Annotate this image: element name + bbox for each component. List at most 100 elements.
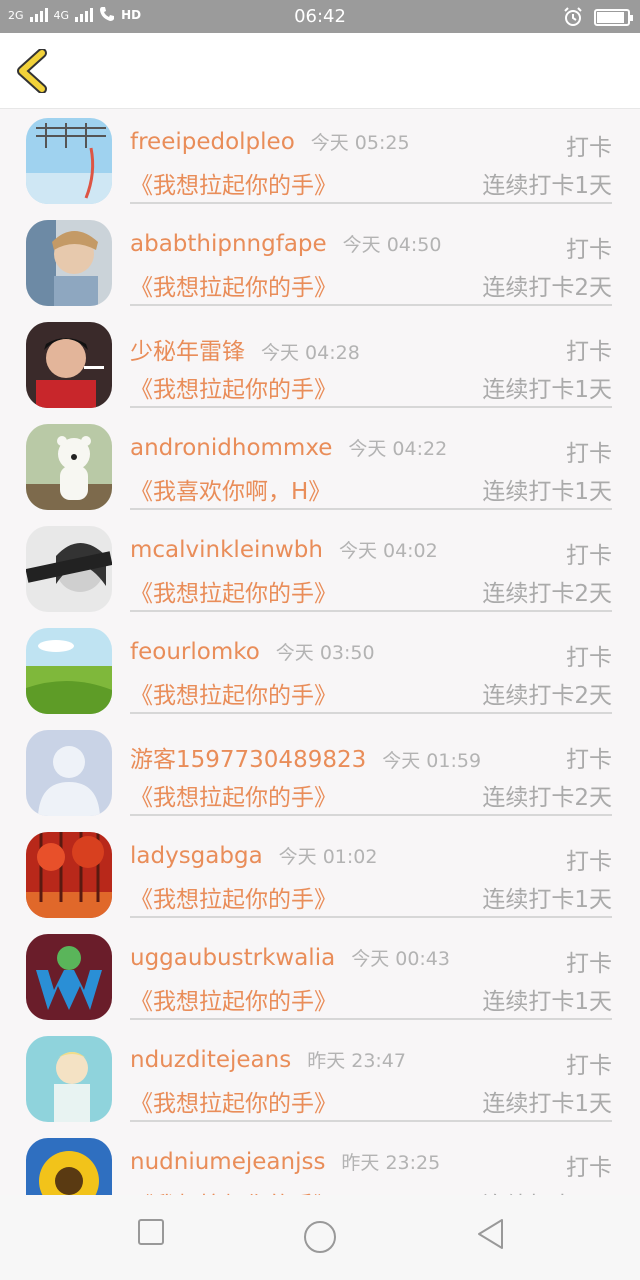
song-title: 《我想拉起你的手》 xyxy=(130,887,337,913)
checkin-label: 打卡 xyxy=(566,135,612,161)
checkin-label: 打卡 xyxy=(566,849,612,875)
streak-count: 连续打卡1天 xyxy=(482,377,612,403)
avatar[interactable] xyxy=(26,1138,112,1195)
system-navigation-bar xyxy=(0,1195,640,1280)
streak-count: 连续打卡1天 xyxy=(482,1091,612,1117)
checkin-time: 今天 03:50 xyxy=(275,642,375,664)
divider xyxy=(130,202,612,204)
list-item[interactable]: nduzditejeans 昨天 23:47 打卡 《我想拉起你的手》 连续打卡1… xyxy=(0,1028,640,1130)
checkin-label: 打卡 xyxy=(566,747,612,773)
square-icon xyxy=(138,1219,164,1245)
username: andronidhommxe xyxy=(130,435,333,461)
back-button[interactable] xyxy=(14,48,54,94)
home-button[interactable] xyxy=(302,1219,338,1259)
streak-count: 连续打卡1天 xyxy=(482,887,612,913)
song-title: 《我想拉起你的手》 xyxy=(130,785,337,811)
list-item[interactable]: freeipedolpleo 今天 05:25 打卡 《我想拉起你的手》 连续打卡… xyxy=(0,110,640,212)
list-item[interactable]: ababthipnngfape 今天 04:50 打卡 《我想拉起你的手》 连续打… xyxy=(0,212,640,314)
checkin-time: 今天 01:02 xyxy=(278,846,378,868)
checkin-label: 打卡 xyxy=(566,1053,612,1079)
checkin-time: 今天 01:59 xyxy=(382,750,482,772)
streak-count: 连续打卡2天 xyxy=(482,275,612,301)
circle-icon xyxy=(304,1221,336,1253)
streak-count: 连续打卡1天 xyxy=(482,479,612,505)
top-bar xyxy=(0,33,640,109)
checkin-time: 今天 00:43 xyxy=(351,948,450,970)
avatar-green-field-image xyxy=(26,628,112,714)
checkin-time: 今天 04:02 xyxy=(338,540,438,562)
username: ababthipnngfape xyxy=(130,231,327,257)
username: freeipedolpleo xyxy=(130,129,295,155)
checkin-time: 昨天 23:47 xyxy=(307,1050,406,1072)
checkin-time: 今天 04:22 xyxy=(348,438,448,460)
checkin-label: 打卡 xyxy=(566,1155,612,1181)
triangle-back-icon xyxy=(478,1219,503,1249)
divider xyxy=(130,610,612,612)
avatar-anime-boy-image xyxy=(26,1036,112,1122)
avatar[interactable] xyxy=(26,220,112,306)
username: feourlomko xyxy=(130,639,260,665)
checkin-label: 打卡 xyxy=(566,339,612,365)
username: 少秘年雷锋 xyxy=(130,339,245,365)
song-title: 《我想拉起你的手》 xyxy=(130,1186,337,1195)
song-title: 《我喜欢你啊，H》 xyxy=(130,479,332,505)
divider xyxy=(130,712,612,714)
divider xyxy=(130,916,612,918)
avatar[interactable] xyxy=(26,322,112,408)
username: nduzditejeans xyxy=(130,1047,292,1073)
recent-apps-button[interactable] xyxy=(136,1217,166,1251)
streak-count: 连续打卡1天 xyxy=(482,989,612,1015)
avatar[interactable] xyxy=(26,628,112,714)
divider xyxy=(130,304,612,306)
avatar-sky-tower-image xyxy=(26,118,112,204)
back-nav-button[interactable] xyxy=(474,1217,508,1255)
avatar[interactable] xyxy=(26,1036,112,1122)
streak-count: 连续打卡1天 xyxy=(482,1186,612,1195)
avatar[interactable] xyxy=(26,118,112,204)
username: ladysgabga xyxy=(130,843,263,869)
alarm-icon xyxy=(564,7,582,26)
username: 游客1597730489823 xyxy=(130,747,367,773)
divider xyxy=(130,508,612,510)
list-item[interactable]: feourlomko 今天 03:50 打卡 《我想拉起你的手》 连续打卡2天 xyxy=(0,620,640,722)
avatar-smoking-boy-image xyxy=(26,322,112,408)
checkin-time: 昨天 23:25 xyxy=(341,1152,441,1174)
streak-count: 连续打卡2天 xyxy=(482,581,612,607)
avatar-sunflower-image xyxy=(26,1138,112,1195)
avatar[interactable] xyxy=(26,526,112,612)
clock: 06:42 xyxy=(294,6,346,27)
username: uggaubustrkwalia xyxy=(130,945,336,971)
battery-icon xyxy=(594,8,633,26)
status-bar: 2G 4G HD 06:42 xyxy=(0,0,640,33)
default-user-icon xyxy=(26,730,112,816)
avatar[interactable] xyxy=(26,832,112,918)
divider xyxy=(130,406,612,408)
list-item[interactable]: 游客1597730489823 今天 01:59 打卡 《我想拉起你的手》 连续打… xyxy=(0,722,640,824)
back-chevron-icon xyxy=(17,48,47,94)
song-title: 《我想拉起你的手》 xyxy=(130,173,337,199)
avatar-boy-photo-image xyxy=(26,220,112,306)
list-item[interactable]: 少秘年雷锋 今天 04:28 打卡 《我想拉起你的手》 连续打卡1天 xyxy=(0,314,640,416)
list-item[interactable]: mcalvinkleinwbh 今天 04:02 打卡 《我想拉起你的手》 连续打… xyxy=(0,518,640,620)
song-title: 《我想拉起你的手》 xyxy=(130,275,337,301)
avatar[interactable] xyxy=(26,934,112,1020)
streak-count: 连续打卡2天 xyxy=(482,785,612,811)
username: nudniumejeanjss xyxy=(130,1149,326,1175)
avatar-w-logo-image xyxy=(26,934,112,1020)
divider xyxy=(130,814,612,816)
avatar[interactable] xyxy=(26,424,112,510)
streak-count: 连续打卡1天 xyxy=(482,173,612,199)
list-item[interactable]: andronidhommxe 今天 04:22 打卡 《我喜欢你啊，H》 连续打卡… xyxy=(0,416,640,518)
list-item[interactable]: uggaubustrkwalia 今天 00:43 打卡 《我想拉起你的手》 连续… xyxy=(0,926,640,1028)
avatar[interactable] xyxy=(26,730,112,816)
list-item[interactable]: ladysgabga 今天 01:02 打卡 《我想拉起你的手》 连续打卡1天 xyxy=(0,824,640,926)
song-title: 《我想拉起你的手》 xyxy=(130,989,337,1015)
list-item[interactable]: nudniumejeanjss 昨天 23:25 打卡 《我想拉起你的手》 连续打… xyxy=(0,1130,640,1195)
song-title: 《我想拉起你的手》 xyxy=(130,377,337,403)
checkin-label: 打卡 xyxy=(566,645,612,671)
streak-count: 连续打卡2天 xyxy=(482,683,612,709)
checkin-label: 打卡 xyxy=(566,543,612,569)
checkin-time: 今天 05:25 xyxy=(310,132,410,154)
checkin-list: freeipedolpleo 今天 05:25 打卡 《我想拉起你的手》 连续打卡… xyxy=(0,110,640,1195)
checkin-time: 今天 04:50 xyxy=(342,234,442,256)
